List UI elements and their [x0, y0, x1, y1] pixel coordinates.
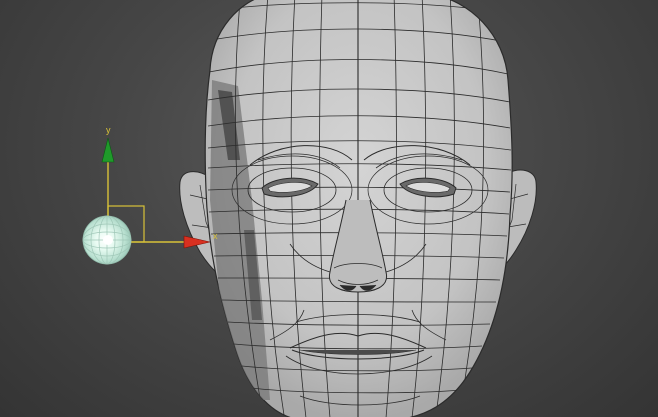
x-axis-label: x: [213, 231, 218, 241]
y-axis-arrow: [101, 137, 115, 163]
omni-light-icon[interactable]: [82, 215, 132, 265]
head-mesh[interactable]: [204, 0, 513, 417]
viewport-scene: [82, 0, 537, 417]
y-axis-label: y: [106, 125, 111, 135]
3d-viewport[interactable]: y x: [0, 0, 658, 417]
